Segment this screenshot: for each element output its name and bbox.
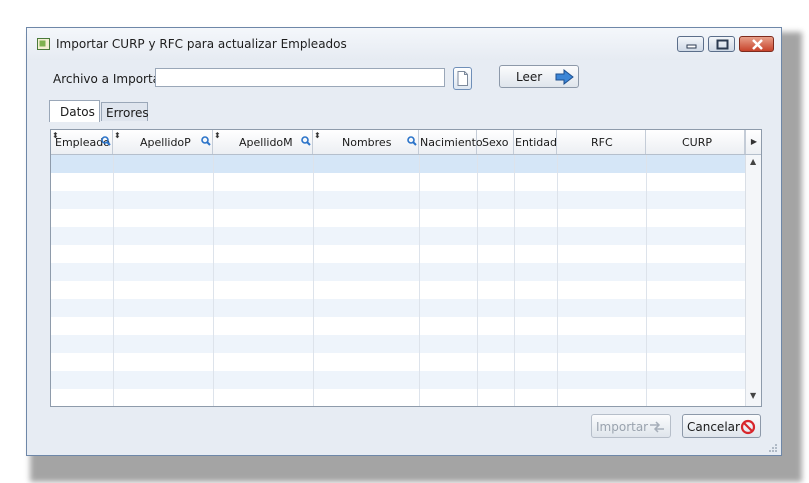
scroll-right-button[interactable]: ▶ — [745, 130, 761, 154]
import-button-label: Importar — [596, 420, 649, 434]
column-header-nacimiento[interactable]: Nacimiento — [419, 130, 483, 154]
maximize-button[interactable] — [708, 36, 735, 52]
table-row[interactable] — [51, 209, 745, 227]
column-divider — [514, 155, 515, 406]
vertical-scrollbar[interactable]: ▲ ▼ — [745, 155, 761, 406]
title-bar[interactable]: Importar CURP y RFC para actualizar Empl… — [27, 28, 781, 60]
column-header-empleado[interactable]: ⬍ Empleado — [51, 130, 113, 154]
read-button-label: Leer — [516, 70, 543, 84]
file-path-input[interactable] — [155, 68, 445, 87]
table-row[interactable] — [51, 389, 745, 406]
column-divider — [313, 155, 314, 406]
column-divider — [213, 155, 214, 406]
column-label: RFC — [591, 136, 613, 149]
close-button[interactable] — [739, 36, 774, 52]
tab-datos-label: Datos — [60, 105, 95, 119]
sort-icon[interactable]: ⬍ — [314, 131, 321, 140]
column-header-nombres[interactable]: ⬍ Nombres — [313, 130, 419, 154]
scroll-up-icon[interactable]: ▲ — [750, 157, 756, 166]
column-header-curp[interactable]: CURP — [646, 130, 745, 154]
column-divider — [113, 155, 114, 406]
grid-body[interactable] — [51, 155, 745, 406]
column-header-apellidom[interactable]: ⬍ ApellidoM — [213, 130, 313, 154]
column-label: ApellidoP — [140, 136, 191, 149]
minimize-button[interactable] — [677, 36, 704, 52]
column-divider — [419, 155, 420, 406]
column-header-sexo[interactable]: Sexo — [477, 130, 514, 154]
table-row[interactable] — [51, 281, 745, 299]
magnifier-icon[interactable] — [201, 136, 211, 146]
table-row[interactable] — [51, 245, 745, 263]
browse-file-button[interactable] — [453, 67, 472, 90]
close-icon — [752, 39, 763, 50]
sort-icon[interactable]: ⬍ — [114, 131, 121, 140]
table-row[interactable] — [51, 317, 745, 335]
tab-errores[interactable]: Errores — [101, 102, 149, 121]
maximize-icon — [716, 39, 729, 50]
table-row[interactable] — [51, 371, 745, 389]
window-title: Importar CURP y RFC para actualizar Empl… — [56, 37, 347, 51]
import-button[interactable]: Importar — [591, 414, 671, 438]
table-row[interactable] — [51, 155, 745, 173]
table-row[interactable] — [51, 227, 745, 245]
transfer-arrows-icon — [650, 421, 664, 433]
grid-header: ⬍ Empleado ⬍ ApellidoP ⬍ ApellidoM ⬍ Nom… — [51, 130, 761, 155]
tab-datos[interactable]: Datos — [49, 100, 100, 122]
column-label: Sexo — [482, 136, 509, 149]
app-icon — [37, 38, 50, 50]
column-divider — [646, 155, 647, 406]
column-label: Nacimiento — [420, 136, 483, 149]
table-row[interactable] — [51, 335, 745, 353]
table-row[interactable] — [51, 299, 745, 317]
column-label: ApellidoM — [239, 136, 293, 149]
column-divider — [557, 155, 558, 406]
read-button[interactable]: Leer — [499, 65, 579, 88]
cancel-button-label: Cancelar — [687, 420, 740, 434]
column-label: Nombres — [342, 136, 392, 149]
table-row[interactable] — [51, 191, 745, 209]
document-icon — [457, 71, 468, 86]
minimize-icon — [686, 44, 697, 49]
cancel-button[interactable]: Cancelar — [682, 414, 761, 438]
table-row[interactable] — [51, 173, 745, 191]
scroll-down-icon[interactable]: ▼ — [750, 391, 756, 400]
table-row[interactable] — [51, 263, 745, 281]
arrow-right-icon — [555, 69, 574, 85]
table-row[interactable] — [51, 353, 745, 371]
column-header-rfc[interactable]: RFC — [557, 130, 646, 154]
column-header-entidad[interactable]: Entidad — [514, 130, 557, 154]
column-divider — [477, 155, 478, 406]
magnifier-icon[interactable] — [101, 136, 111, 146]
employees-grid[interactable]: ⬍ Empleado ⬍ ApellidoP ⬍ ApellidoM ⬍ Nom… — [50, 129, 762, 407]
file-label: Archivo a Importar: — [53, 72, 169, 86]
magnifier-icon[interactable] — [301, 136, 311, 146]
column-label: CURP — [682, 136, 713, 149]
import-dialog: Importar CURP y RFC para actualizar Empl… — [26, 27, 782, 456]
resize-grip-icon[interactable] — [769, 443, 778, 452]
column-header-apellidop[interactable]: ⬍ ApellidoP — [113, 130, 213, 154]
magnifier-icon[interactable] — [407, 136, 417, 146]
sort-icon[interactable]: ⬍ — [214, 131, 221, 140]
no-entry-icon — [740, 419, 756, 435]
tab-errores-label: Errores — [106, 106, 149, 120]
column-label: Entidad — [515, 136, 557, 149]
